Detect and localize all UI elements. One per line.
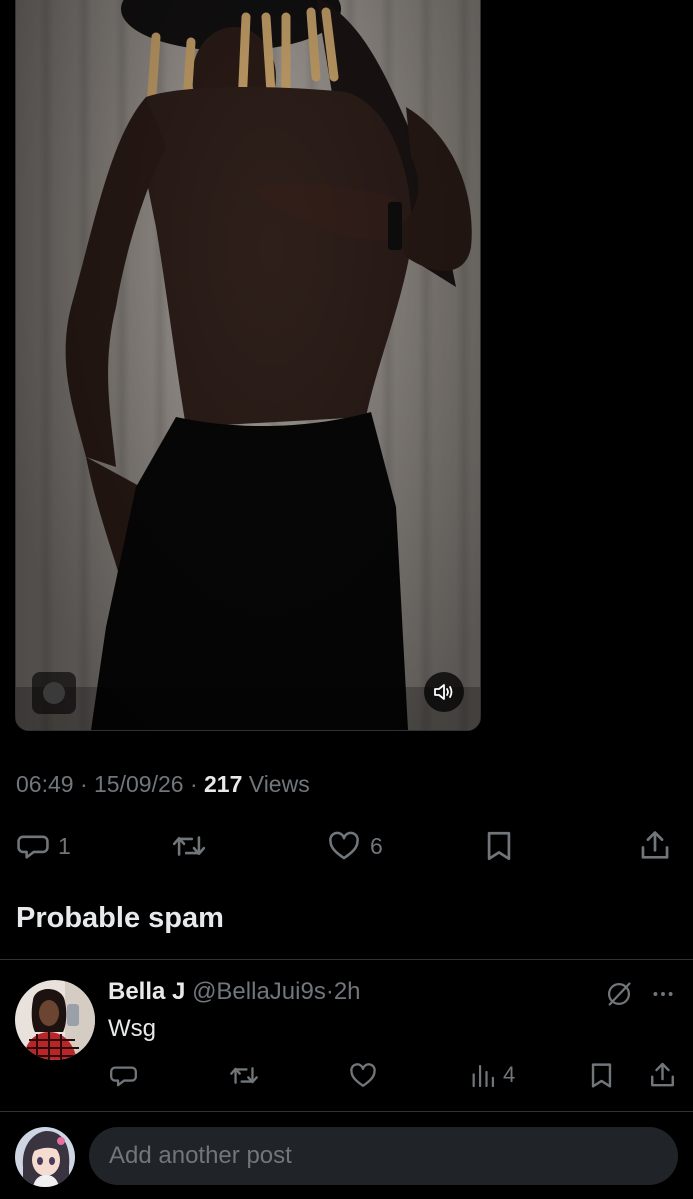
bookmark-icon: [591, 1062, 612, 1088]
post-video[interactable]: [15, 0, 481, 731]
post-meta: 06:49 · 15/09/26 · 217 Views: [16, 771, 310, 798]
views-label[interactable]: Views: [249, 771, 310, 797]
probable-spam-heading: Probable spam: [16, 902, 224, 934]
grok-icon: [607, 982, 631, 1006]
reply-avatar[interactable]: [15, 980, 95, 1060]
share-icon: [641, 831, 669, 859]
meta-separator: ·: [325, 978, 334, 1005]
current-user-avatar-image: [15, 1127, 75, 1187]
views-count[interactable]: 217: [204, 771, 242, 797]
compose-divider: [0, 1111, 693, 1112]
reply-like-button[interactable]: [348, 1058, 378, 1092]
reply-avatar-image: [15, 980, 95, 1060]
video-vignette: [16, 0, 480, 730]
bar-chart-icon: [472, 1064, 495, 1087]
speech-bubble-icon: [17, 835, 49, 859]
reply-views-count: 4: [503, 1062, 516, 1087]
like-count: 6: [370, 832, 383, 859]
reply-reply-button[interactable]: [109, 1058, 138, 1092]
reply-share-button[interactable]: [648, 1058, 677, 1092]
post-time: 06:49: [16, 771, 74, 797]
add-post-input[interactable]: Add another post: [89, 1127, 678, 1185]
reply-text: Wsg: [108, 1015, 156, 1042]
share-icon: [651, 1062, 674, 1086]
repost-icon: [230, 1066, 258, 1084]
bookmark-icon: [487, 831, 511, 861]
post-date: 15/09/26: [94, 771, 184, 797]
meta-separator: ·: [189, 771, 198, 797]
speech-bubble-icon: [110, 1065, 137, 1086]
repost-icon: [172, 836, 206, 856]
like-button[interactable]: 6: [326, 826, 383, 866]
meta-separator: ·: [79, 771, 88, 797]
grok-button[interactable]: [605, 980, 633, 1008]
section-divider: [0, 959, 693, 960]
reply-author-name[interactable]: Bella J: [108, 978, 185, 1005]
bookmark-button[interactable]: [483, 826, 515, 866]
heart-icon: [329, 831, 359, 860]
reply-button[interactable]: 1: [16, 826, 71, 866]
current-user-avatar[interactable]: [15, 1127, 75, 1187]
share-button[interactable]: [638, 826, 672, 866]
reply-bookmark-button[interactable]: [588, 1058, 615, 1092]
more-dots-icon: [653, 992, 673, 996]
heart-icon: [350, 1062, 376, 1087]
video-sound-button[interactable]: [424, 672, 464, 712]
speaker-sound-icon: [434, 684, 453, 700]
more-options-button[interactable]: [650, 980, 676, 1008]
add-post-placeholder: Add another post: [109, 1142, 292, 1169]
post-actions: 1 6: [0, 826, 693, 866]
repost-button[interactable]: [170, 826, 208, 866]
reply-repost-button[interactable]: [228, 1058, 260, 1092]
reply-actions: 4: [0, 1058, 693, 1092]
reply-time[interactable]: 2h: [334, 978, 361, 1005]
reply-views-button[interactable]: 4: [469, 1058, 515, 1092]
reply-count: 1: [58, 832, 71, 859]
reply-header: Bella J @BellaJui9s·2h: [108, 978, 361, 1006]
reply-author-handle[interactable]: @BellaJui9s: [192, 978, 326, 1005]
video-corner-button[interactable]: [32, 672, 76, 714]
